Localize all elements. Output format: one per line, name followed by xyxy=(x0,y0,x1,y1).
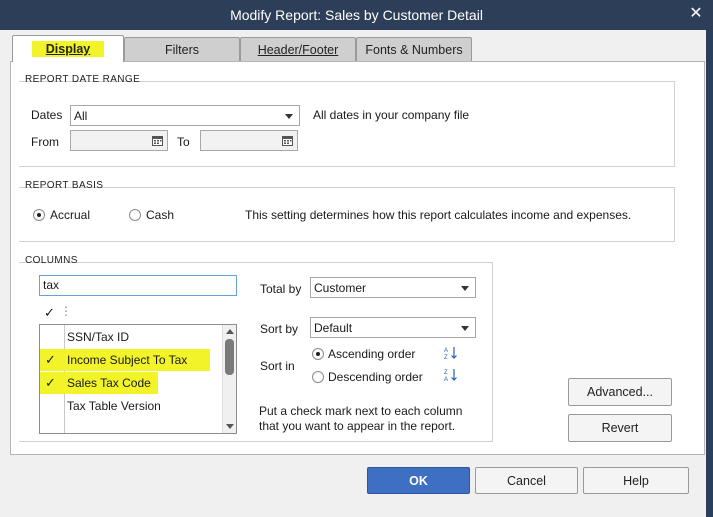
column-search-input[interactable]: tax xyxy=(39,275,237,296)
list-item-check[interactable]: ✓ xyxy=(45,352,56,368)
to-date-field[interactable] xyxy=(200,130,298,151)
list-item[interactable]: SSN/Tax ID xyxy=(40,326,224,349)
cancel-button[interactable]: Cancel xyxy=(475,467,578,494)
columns-hint-line1: Put a check mark next to each column xyxy=(259,404,463,418)
list-item-label: Tax Table Version xyxy=(67,399,161,413)
columns-scrollbar[interactable] xyxy=(222,325,236,433)
window-title: Modify Report: Sales by Customer Detail xyxy=(230,7,483,23)
descending-radio[interactable] xyxy=(312,371,324,383)
svg-text:A: A xyxy=(444,348,448,354)
chevron-down-icon xyxy=(285,114,293,119)
advanced-button[interactable]: Advanced... xyxy=(568,378,672,406)
list-item[interactable]: ✓ Income Subject To Tax xyxy=(40,349,224,372)
svg-text:Z: Z xyxy=(444,370,448,376)
accrual-label: Accrual xyxy=(50,208,91,222)
tab-display-label: Display xyxy=(31,41,105,57)
sort-by-label: Sort by xyxy=(260,322,299,336)
descending-label: Descending order xyxy=(328,370,423,384)
report-basis-title: REPORT BASIS xyxy=(25,180,104,191)
tab-filters[interactable]: Filters xyxy=(124,37,240,61)
tab-header-footer[interactable]: Header/Footer xyxy=(240,37,356,61)
help-button[interactable]: Help xyxy=(583,467,689,494)
list-item-label: Income Subject To Tax xyxy=(67,353,188,367)
revert-button[interactable]: Revert xyxy=(568,414,672,442)
close-icon[interactable]: ✕ xyxy=(687,5,705,23)
sort-by-select[interactable]: Default xyxy=(310,317,476,338)
dates-select[interactable]: All xyxy=(70,105,300,126)
list-item-label: Sales Tax Code xyxy=(67,376,151,390)
list-item-check[interactable]: ✓ xyxy=(45,375,56,391)
ascending-radio[interactable] xyxy=(312,348,324,360)
basis-note: This setting determines how this report … xyxy=(245,208,632,222)
chevron-down-icon xyxy=(461,326,469,331)
to-label: To xyxy=(177,135,190,149)
dates-label: Dates xyxy=(31,108,63,122)
dates-select-value: All xyxy=(74,108,88,123)
accrual-radio[interactable] xyxy=(33,209,45,221)
columns-list[interactable]: SSN/Tax ID ✓ Income Subject To Tax ✓ Sal… xyxy=(39,324,237,434)
chevron-down-icon xyxy=(461,286,469,291)
scroll-up-icon[interactable] xyxy=(226,329,234,334)
sort-in-label: Sort in xyxy=(260,359,295,373)
cash-radio[interactable] xyxy=(129,209,141,221)
display-tab-panel: REPORT DATE RANGE Dates All All dates in… xyxy=(10,61,705,455)
tab-display[interactable]: Display xyxy=(12,35,124,62)
tab-fonts-numbers[interactable]: Fonts & Numbers xyxy=(356,37,472,61)
svg-text:A: A xyxy=(444,377,448,382)
columns-title: COLUMNS xyxy=(25,255,78,266)
scroll-thumb[interactable] xyxy=(225,339,234,375)
date-range-title: REPORT DATE RANGE xyxy=(25,74,141,85)
tab-fonts-numbers-label: Fonts & Numbers xyxy=(365,42,463,57)
from-label: From xyxy=(31,135,59,149)
calendar-icon[interactable] xyxy=(152,135,163,146)
from-date-field[interactable] xyxy=(70,130,168,151)
sort-ascending-icon: A Z xyxy=(444,347,457,360)
ok-button[interactable]: OK xyxy=(367,467,470,494)
list-item[interactable]: Tax Table Version xyxy=(40,395,224,418)
tab-header-footer-label: Header/Footer xyxy=(257,42,339,57)
cash-label: Cash xyxy=(146,208,175,222)
total-by-select[interactable]: Customer xyxy=(310,277,476,298)
columns-hint-line2: that you want to appear in the report. xyxy=(259,419,456,433)
column-header-check: ✓ xyxy=(44,305,55,320)
window-edge xyxy=(706,30,713,517)
total-by-value: Customer xyxy=(314,280,367,295)
dates-hint: All dates in your company file xyxy=(313,108,470,122)
sort-descending-icon: Z A xyxy=(444,369,457,382)
total-by-label: Total by xyxy=(260,282,302,296)
column-header-more-icon: ⋮ xyxy=(60,304,72,318)
calendar-icon[interactable] xyxy=(282,135,293,146)
svg-text:Z: Z xyxy=(444,355,448,360)
list-item-label: SSN/Tax ID xyxy=(67,330,130,344)
window-titlebar: Modify Report: Sales by Customer Detail … xyxy=(0,0,713,30)
ascending-label: Ascending order xyxy=(328,347,416,361)
sort-by-value: Default xyxy=(314,320,353,335)
list-item[interactable]: ✓ Sales Tax Code xyxy=(40,372,224,395)
tab-filters-label: Filters xyxy=(164,42,200,57)
scroll-down-icon[interactable] xyxy=(226,424,234,429)
